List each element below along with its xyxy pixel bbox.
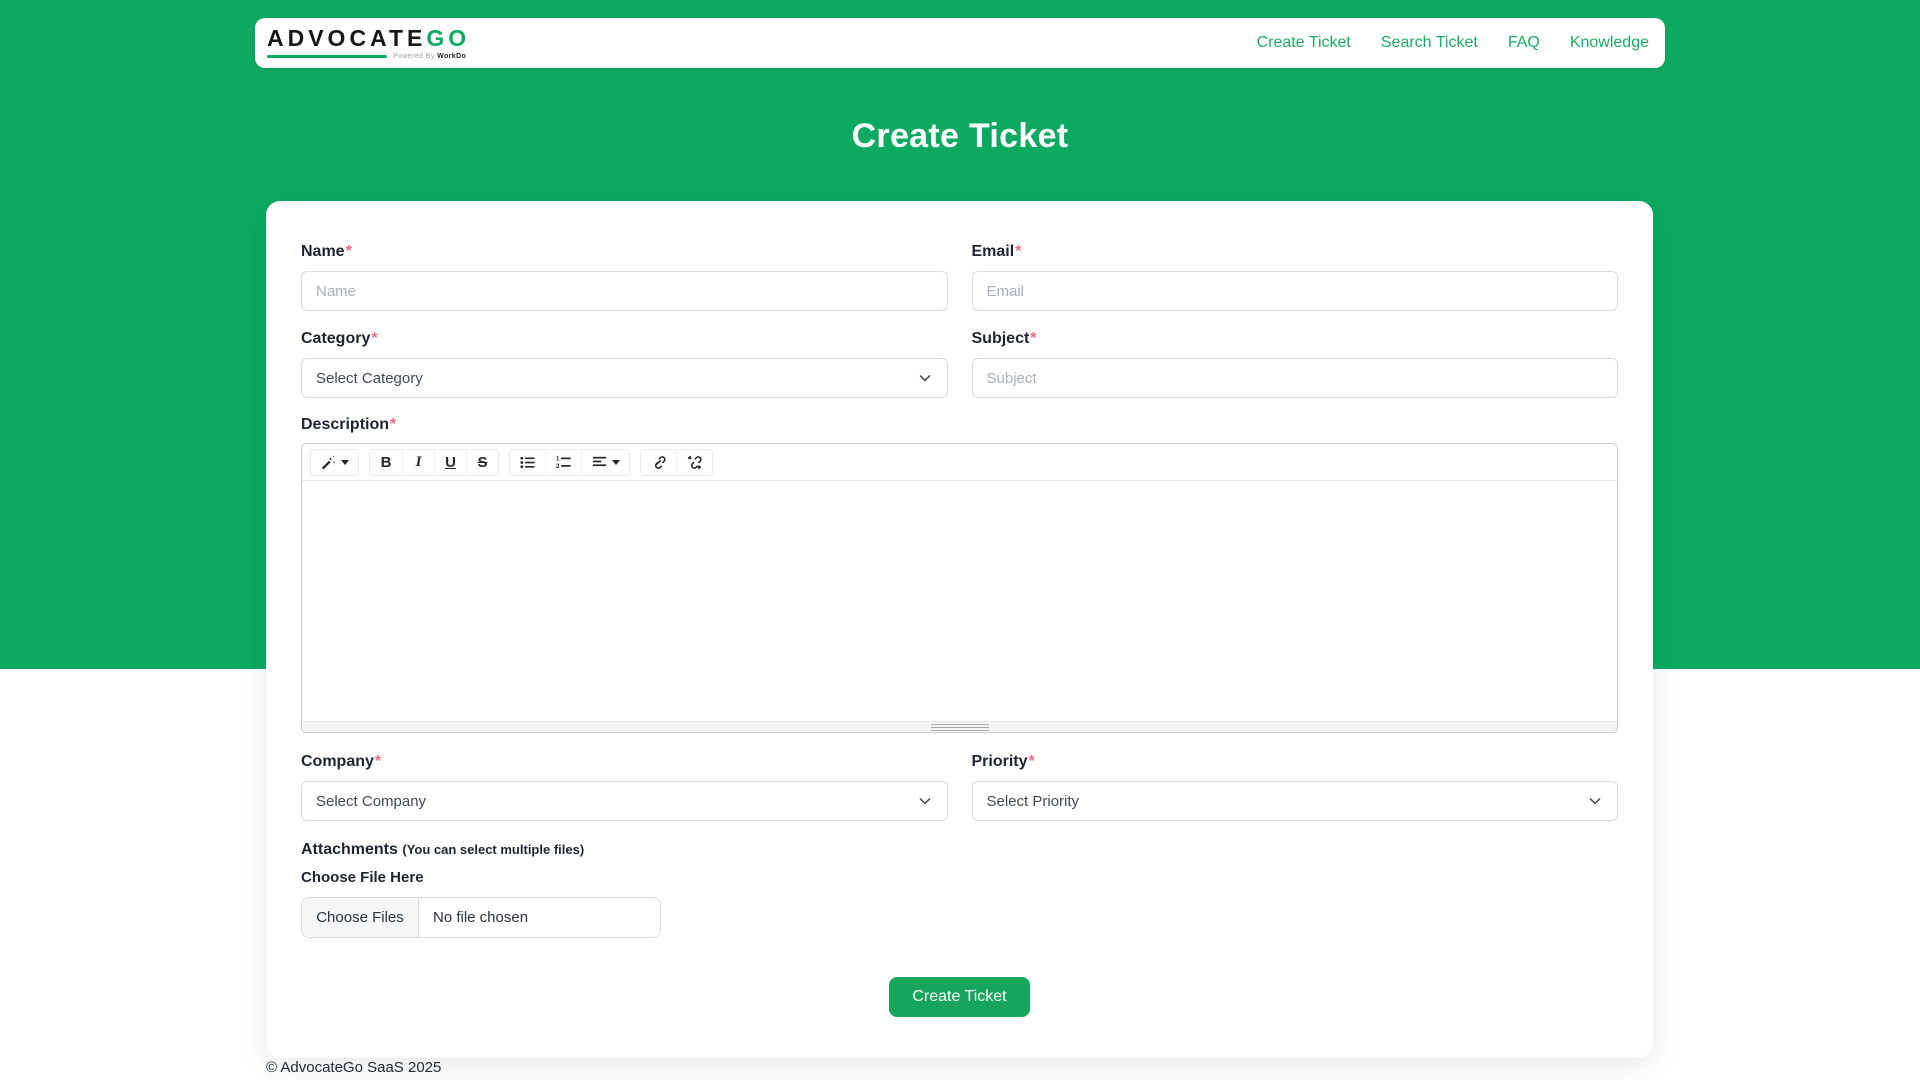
insert-link-button[interactable] (641, 450, 676, 475)
required-asterisk: * (390, 416, 396, 433)
required-asterisk: * (1029, 753, 1035, 770)
required-asterisk: * (1030, 330, 1036, 347)
name-field-group: Name* (301, 242, 948, 311)
resize-grip-icon (931, 724, 989, 731)
file-input[interactable]: Choose Files No file chosen (301, 897, 661, 938)
brand-logo-text: ADVOCATEGO (267, 27, 470, 50)
row-name-email: Name* Email* (301, 242, 1618, 311)
unordered-list-icon (519, 454, 536, 471)
unordered-list-button[interactable] (510, 450, 545, 475)
ordered-list-icon: 1 2 (555, 454, 572, 471)
brand-name-accent: GO (426, 25, 470, 51)
attachments-label: Attachments (You can select multiple fil… (301, 840, 1618, 859)
bold-button[interactable]: B (370, 450, 402, 475)
email-label: Email* (972, 242, 1619, 261)
row-category-subject: Category* Select Category Subject* (301, 329, 1618, 398)
nav-faq[interactable]: FAQ (1508, 34, 1540, 52)
brand-logo[interactable]: ADVOCATEGO Powered By WorkDo (267, 27, 470, 60)
attachments-hint: (You can select multiple files) (402, 842, 584, 857)
required-asterisk: * (1015, 243, 1021, 260)
paragraph-align-icon (591, 454, 608, 471)
description-label: Description* (301, 415, 1618, 434)
required-asterisk: * (346, 243, 352, 260)
paragraph-align-button[interactable] (581, 450, 629, 475)
priority-field-group: Priority* Select Priority (972, 752, 1619, 821)
email-field-group: Email* (972, 242, 1619, 311)
category-select-value: Select Category (316, 370, 423, 387)
attachments-section: Attachments (You can select multiple fil… (301, 840, 1618, 938)
name-input[interactable] (301, 271, 948, 311)
dropdown-caret-icon (612, 460, 620, 465)
dropdown-caret-icon (341, 460, 349, 465)
nav-create-ticket[interactable]: Create Ticket (1257, 34, 1351, 52)
email-input[interactable] (972, 271, 1619, 311)
strikethrough-button[interactable]: S (466, 450, 498, 475)
subject-input[interactable] (972, 358, 1619, 398)
category-label: Category* (301, 329, 948, 348)
italic-button[interactable]: I (402, 450, 434, 475)
subject-field-group: Subject* (972, 329, 1619, 398)
priority-select-value: Select Priority (987, 793, 1080, 810)
svg-text:2: 2 (556, 463, 560, 470)
ordered-list-button[interactable]: 1 2 (545, 450, 581, 475)
chevron-down-icon (917, 793, 933, 809)
toolbar-group-para: 1 2 (509, 449, 630, 476)
toolbar-group-font: B I U S (369, 449, 499, 476)
name-label: Name* (301, 242, 948, 261)
svg-text:1: 1 (556, 455, 560, 462)
choose-files-button[interactable]: Choose Files (302, 898, 419, 937)
brand-logo-sub: Powered By WorkDo (267, 53, 470, 60)
magic-wand-style-button[interactable] (311, 450, 358, 475)
chevron-down-icon (1587, 793, 1603, 809)
category-select[interactable]: Select Category (301, 358, 948, 398)
submit-row: Create Ticket (301, 977, 1618, 1017)
create-ticket-button[interactable]: Create Ticket (889, 977, 1029, 1017)
required-asterisk: * (375, 753, 381, 770)
toolbar-group-style (310, 449, 359, 476)
main-nav: Create Ticket Search Ticket FAQ Knowledg… (1257, 34, 1649, 52)
magic-wand-icon (320, 454, 337, 471)
powered-by-text: Powered By WorkDo (393, 53, 466, 60)
toolbar-group-link (640, 449, 713, 476)
editor-toolbar: B I U S 1 2 (302, 444, 1617, 481)
brand-name-primary: ADVOCATE (267, 25, 426, 51)
company-label: Company* (301, 752, 948, 771)
footer-copyright: © AdvocateGo SaaS 2025 (266, 1059, 441, 1076)
subject-label: Subject* (972, 329, 1619, 348)
description-editor: B I U S 1 2 (301, 443, 1618, 733)
nav-knowledge[interactable]: Knowledge (1570, 34, 1649, 52)
underline-button[interactable]: U (434, 450, 466, 475)
required-asterisk: * (371, 330, 377, 347)
chevron-down-icon (917, 370, 933, 386)
file-chosen-status: No file chosen (419, 898, 528, 937)
company-field-group: Company* Select Company (301, 752, 948, 821)
unlink-button[interactable] (676, 450, 712, 475)
editor-resize-bar[interactable] (302, 721, 1617, 732)
insert-link-icon (650, 454, 667, 471)
row-company-priority: Company* Select Company Priority* Select… (301, 752, 1618, 821)
unlink-icon (686, 454, 703, 471)
company-select-value: Select Company (316, 793, 426, 810)
powered-by-brand: WorkDo (437, 53, 466, 60)
page-title: Create Ticket (0, 117, 1920, 156)
priority-select[interactable]: Select Priority (972, 781, 1619, 821)
nav-search-ticket[interactable]: Search Ticket (1381, 34, 1478, 52)
description-textarea[interactable] (302, 481, 1617, 721)
priority-label: Priority* (972, 752, 1619, 771)
choose-file-here-label: Choose File Here (301, 868, 1618, 887)
company-select[interactable]: Select Company (301, 781, 948, 821)
header: ADVOCATEGO Powered By WorkDo Create Tick… (255, 18, 1665, 68)
category-field-group: Category* Select Category (301, 329, 948, 398)
create-ticket-form-card: Name* Email* Category* Select Category S… (266, 201, 1653, 1058)
brand-underline (267, 55, 387, 58)
